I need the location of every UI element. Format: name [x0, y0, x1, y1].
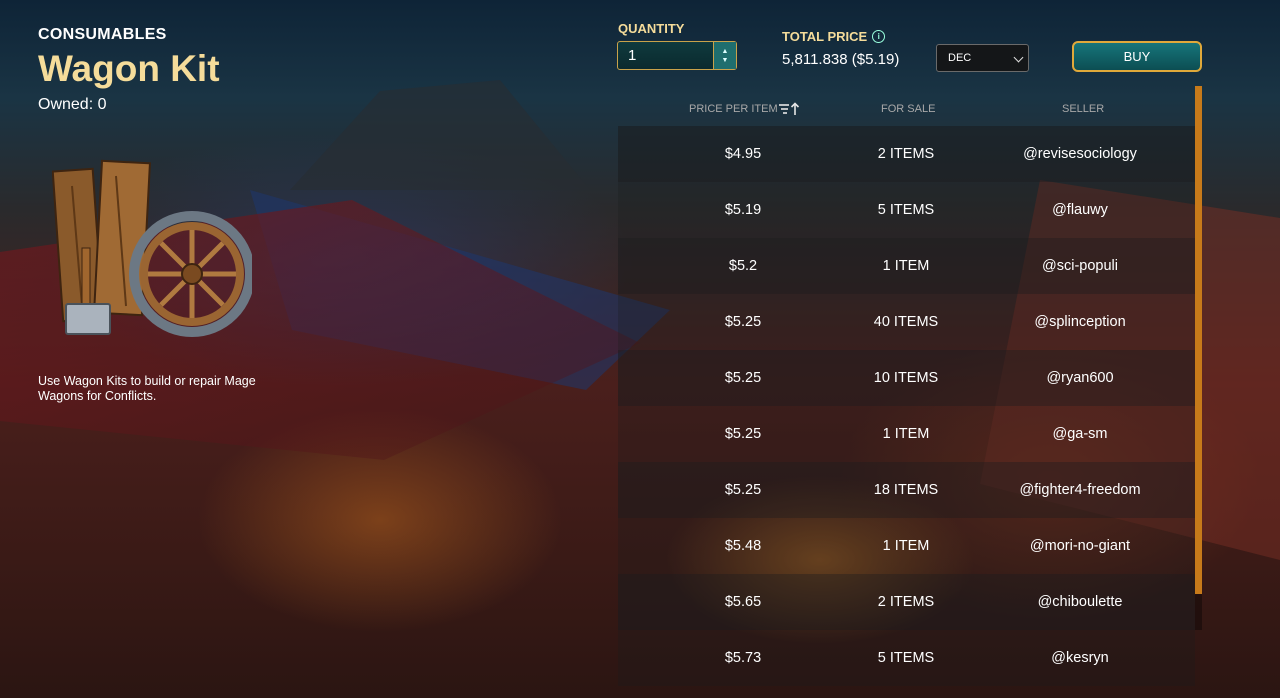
row-for-sale: 1 ITEM	[882, 426, 930, 442]
column-header-price[interactable]: PRICE PER ITEM	[689, 103, 778, 115]
row-for-sale: 5 ITEMS	[877, 650, 935, 666]
quantity-input[interactable]	[618, 42, 714, 69]
row-seller: @mori-no-giant	[1029, 538, 1131, 554]
quantity-stepper[interactable]: ▲ ▼	[617, 41, 737, 70]
table-row[interactable]: $5.19 5 ITEMS @flauwy	[618, 182, 1195, 238]
row-seller: @kesryn	[1051, 650, 1109, 666]
row-price: $5.48	[724, 538, 762, 554]
currency-value: DEC	[948, 52, 972, 64]
sort-icon[interactable]	[778, 102, 800, 116]
table-row[interactable]: $4.95 2 ITEMS @revisesociology	[618, 126, 1195, 182]
chevron-up-icon[interactable]: ▲	[722, 47, 729, 56]
row-price: $4.95	[724, 146, 762, 162]
row-for-sale: 2 ITEMS	[877, 594, 935, 610]
total-price-label: TOTAL PRICE i	[782, 29, 886, 44]
row-for-sale: 5 ITEMS	[877, 202, 935, 218]
table-row[interactable]: $5.73 5 ITEMS @kesryn	[618, 630, 1195, 686]
row-seller: @ryan600	[1046, 370, 1114, 386]
table-row[interactable]: $5.2 1 ITEM @sci-populi	[618, 238, 1195, 294]
item-panel: CONSUMABLES Wagon Kit Owned: 0 Use Wagon…	[38, 24, 318, 403]
currency-select[interactable]: DEC	[936, 44, 1029, 72]
total-price-label-text: TOTAL PRICE	[782, 29, 868, 44]
chevron-down-icon	[1013, 52, 1024, 63]
row-seller: @ga-sm	[1052, 426, 1108, 442]
scrollbar-thumb[interactable]	[1195, 86, 1202, 594]
table-row[interactable]: $5.25 1 ITEM @ga-sm	[618, 406, 1195, 462]
row-price: $5.65	[724, 594, 762, 610]
info-icon[interactable]: i	[872, 30, 886, 43]
row-price: $5.25	[724, 314, 762, 330]
row-seller: @chiboulette	[1037, 594, 1123, 610]
row-price: $5.2	[728, 258, 758, 274]
item-title: Wagon Kit	[38, 48, 220, 89]
table-row[interactable]: $5.25 10 ITEMS @ryan600	[618, 350, 1195, 406]
stepper-controls[interactable]: ▲ ▼	[713, 42, 736, 69]
row-price: $5.19	[724, 202, 762, 218]
background-scene	[290, 80, 590, 190]
table-row[interactable]: $5.65 2 ITEMS @chiboulette	[618, 574, 1195, 630]
table-row[interactable]: $5.25 40 ITEMS @splinception	[618, 294, 1195, 350]
column-header-seller: SELLER	[1062, 103, 1105, 115]
quantity-label: QUANTITY	[618, 21, 685, 36]
row-seller: @revisesociology	[1023, 146, 1137, 162]
row-for-sale: 1 ITEM	[882, 258, 930, 274]
chevron-down-icon[interactable]: ▼	[722, 56, 729, 65]
listing-table: $4.95 2 ITEMS @revisesociology $5.19 5 ITEMS…	[618, 126, 1195, 686]
row-seller: @splinception	[1034, 314, 1126, 330]
table-row[interactable]: $5.48 1 ITEM @mori-no-giant	[618, 518, 1195, 574]
table-row[interactable]: $5.25 18 ITEMS @fighter4-freedom	[618, 462, 1195, 518]
column-header-for-sale: FOR SALE	[881, 103, 936, 115]
row-seller: @fighter4-freedom	[1019, 482, 1141, 498]
row-price: $5.25	[724, 426, 762, 442]
wagon-kit-icon	[52, 159, 252, 337]
row-seller: @flauwy	[1052, 202, 1108, 218]
buy-button[interactable]: BUY	[1072, 41, 1202, 72]
owned-count: Owned: 0	[38, 96, 107, 113]
item-category: CONSUMABLES	[38, 26, 167, 43]
background-scene	[250, 190, 670, 390]
scrollbar[interactable]	[1195, 86, 1202, 630]
row-seller: @sci-populi	[1042, 258, 1118, 274]
row-for-sale: 40 ITEMS	[873, 314, 939, 330]
row-for-sale: 10 ITEMS	[873, 370, 939, 386]
row-price: $5.25	[724, 482, 762, 498]
row-for-sale: 18 ITEMS	[873, 482, 939, 498]
row-for-sale: 2 ITEMS	[877, 146, 935, 162]
row-price: $5.73	[724, 650, 762, 666]
row-for-sale: 1 ITEM	[882, 538, 930, 554]
row-price: $5.25	[724, 370, 762, 386]
item-description: Use Wagon Kits to build or repair Mage W…	[38, 374, 256, 403]
total-price-value: 5,811.838 ($5.19)	[782, 51, 900, 68]
